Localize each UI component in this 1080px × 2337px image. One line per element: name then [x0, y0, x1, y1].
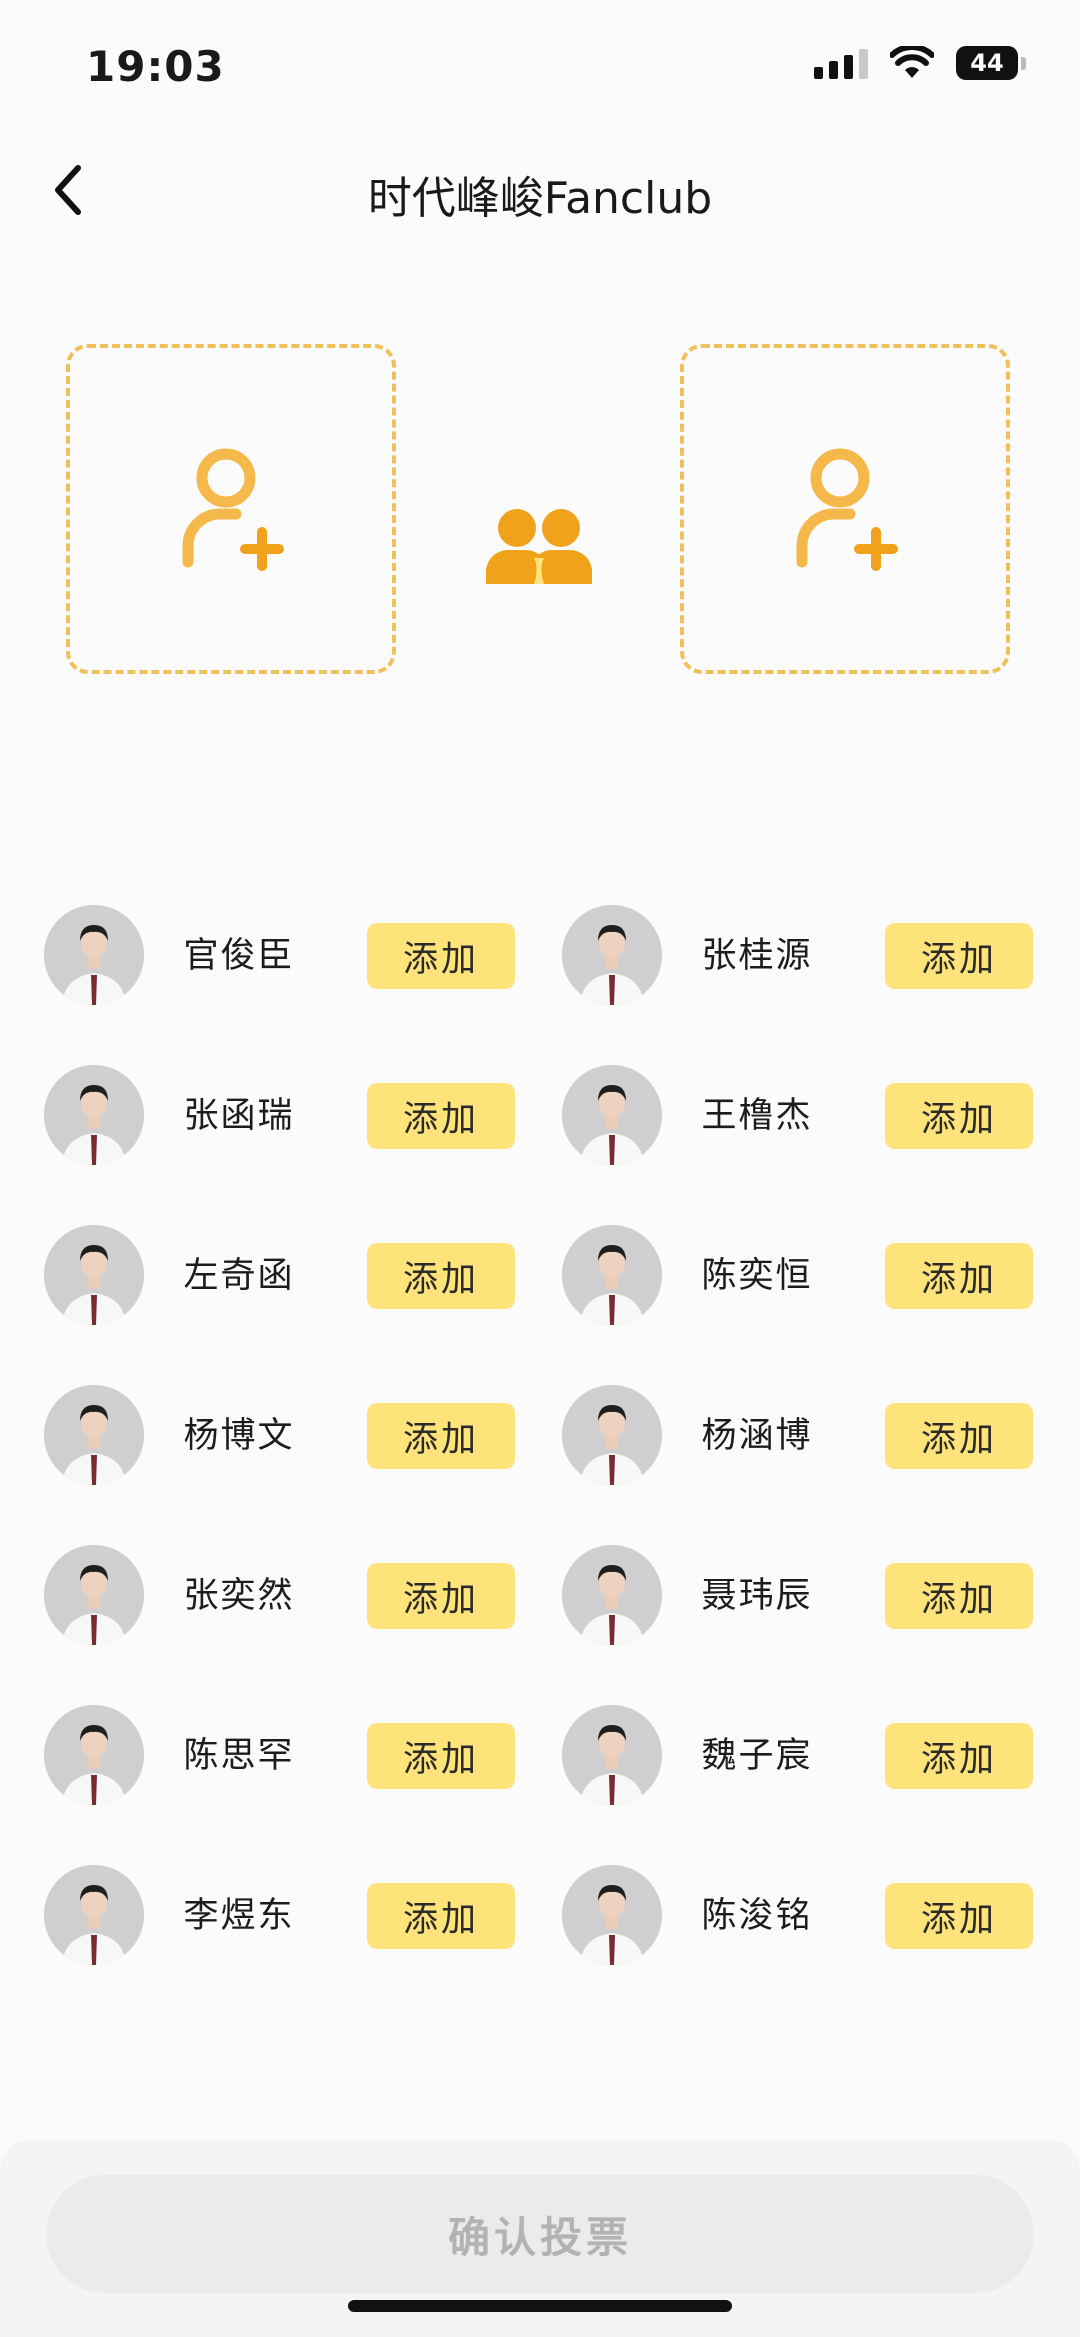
avatar	[562, 1225, 662, 1325]
member-name: 张桂源	[701, 936, 813, 976]
member-item: 杨涵博 添加	[518, 1385, 1058, 1495]
avatar	[562, 1865, 662, 1965]
member-name: 李煜东	[183, 1896, 295, 1936]
member-name: 陈奕恒	[701, 1256, 813, 1296]
avatar	[562, 1385, 662, 1485]
member-name: 王橹杰	[701, 1096, 813, 1136]
avatar	[562, 1705, 662, 1805]
avatar	[44, 1385, 144, 1485]
add-button[interactable]: 添加	[885, 1883, 1033, 1949]
battery-icon: 44	[956, 46, 1026, 80]
add-button[interactable]: 添加	[885, 1723, 1033, 1789]
avatar	[44, 1705, 144, 1805]
add-button[interactable]: 添加	[885, 1403, 1033, 1469]
status-icons: 44	[814, 46, 1026, 80]
member-item: 王橹杰 添加	[518, 1065, 1058, 1175]
member-name: 杨涵博	[701, 1416, 813, 1456]
confirm-vote-button[interactable]: 确认投票	[46, 2175, 1034, 2293]
avatar	[562, 1545, 662, 1645]
add-button[interactable]: 添加	[367, 1883, 515, 1949]
member-name: 杨博文	[183, 1416, 295, 1456]
add-user-icon	[182, 448, 284, 571]
member-item: 张函瑞 添加	[0, 1065, 540, 1175]
page-title: 时代峰峻Fanclub	[367, 173, 713, 224]
avatar	[44, 1065, 144, 1165]
member-name: 张函瑞	[183, 1096, 295, 1136]
two-users-icon	[484, 506, 594, 586]
home-indicator	[348, 2300, 732, 2312]
member-name: 官俊臣	[183, 936, 295, 976]
member-name: 左奇函	[183, 1256, 295, 1296]
member-item: 陈奕恒 添加	[518, 1225, 1058, 1335]
member-item: 魏子宸 添加	[518, 1705, 1058, 1815]
member-item: 杨博文 添加	[0, 1385, 540, 1495]
add-button[interactable]: 添加	[885, 923, 1033, 989]
avatar	[44, 1545, 144, 1645]
vote-slot-2[interactable]	[680, 344, 1010, 674]
add-button[interactable]: 添加	[885, 1083, 1033, 1149]
member-item: 陈思罕 添加	[0, 1705, 540, 1815]
wifi-icon	[890, 46, 934, 78]
member-name: 魏子宸	[701, 1736, 813, 1776]
avatar	[562, 905, 662, 1005]
member-item: 左奇函 添加	[0, 1225, 540, 1335]
add-button[interactable]: 添加	[367, 1083, 515, 1149]
member-item: 李煜东 添加	[0, 1865, 540, 1975]
status-bar: 19:03 44	[0, 0, 1080, 120]
member-item: 陈浚铭 添加	[518, 1865, 1058, 1975]
avatar	[44, 1225, 144, 1325]
add-button[interactable]: 添加	[367, 1563, 515, 1629]
add-button[interactable]: 添加	[885, 1563, 1033, 1629]
add-button[interactable]: 添加	[367, 1723, 515, 1789]
member-name: 张奕然	[183, 1576, 295, 1616]
member-item: 张奕然 添加	[0, 1545, 540, 1655]
member-name: 聂玮辰	[701, 1576, 813, 1616]
member-name: 陈浚铭	[701, 1896, 813, 1936]
avatar	[44, 905, 144, 1005]
add-button[interactable]: 添加	[367, 1403, 515, 1469]
add-user-icon	[796, 448, 898, 571]
member-item: 官俊臣 添加	[0, 905, 540, 1015]
member-item: 聂玮辰 添加	[518, 1545, 1058, 1655]
member-name: 陈思罕	[183, 1736, 295, 1776]
battery-level: 44	[956, 46, 1018, 80]
member-item: 张桂源 添加	[518, 905, 1058, 1015]
vote-slot-1[interactable]	[66, 344, 396, 674]
add-button[interactable]: 添加	[367, 1243, 515, 1309]
avatar	[562, 1065, 662, 1165]
add-button[interactable]: 添加	[885, 1243, 1033, 1309]
cellular-signal-icon	[814, 47, 868, 79]
avatar	[44, 1865, 144, 1965]
add-button[interactable]: 添加	[367, 923, 515, 989]
status-time: 19:03	[86, 42, 225, 91]
